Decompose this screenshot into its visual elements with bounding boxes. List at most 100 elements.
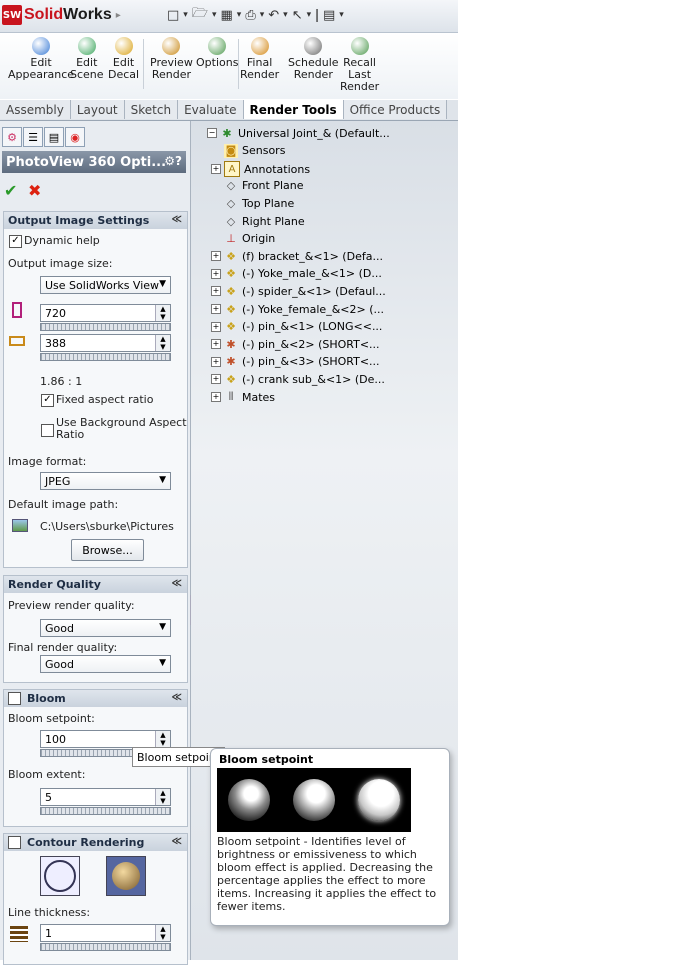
tree-item[interactable]: + ❖ (f) bracket_&<1> (Defa...: [211, 249, 383, 263]
menu-arrow-icon[interactable]: ▸: [116, 10, 121, 21]
height-input[interactable]: 388 ▲ ▼: [40, 334, 171, 352]
contour-shaded-button[interactable]: [106, 856, 146, 896]
expand-node-icon[interactable]: +: [211, 164, 221, 175]
fixed-aspect-checkbox[interactable]: ✓: [41, 394, 54, 407]
tree-item[interactable]: + A Annotations: [211, 161, 310, 178]
bloom-setpoint-input[interactable]: 100 ▲ ▼: [40, 730, 171, 748]
tree-item[interactable]: + ✱ (-) pin_&<3> (SHORT<...: [211, 355, 380, 369]
final-quality-select[interactable]: Good ▼: [40, 655, 171, 673]
quick-access-icon[interactable]: ▤: [323, 8, 335, 23]
height-slider[interactable]: [40, 353, 171, 361]
property-manager-tab-icon[interactable]: ☰: [23, 127, 43, 147]
contour-checkbox[interactable]: [8, 836, 21, 849]
expand-node-icon[interactable]: +: [211, 356, 221, 367]
quick-access-icon[interactable]: ǀ: [315, 8, 319, 23]
quick-access-icon[interactable]: 🗁: [192, 4, 208, 26]
dropdown-arrow-icon[interactable]: ▾: [212, 10, 217, 20]
line-thickness-input[interactable]: 1 ▲ ▼: [40, 924, 171, 942]
collapse-icon[interactable]: ≪: [172, 836, 182, 847]
tree-item-label: (-) Yoke_male_&<1> (D...: [242, 267, 382, 281]
width-input[interactable]: 720 ▲ ▼: [40, 304, 171, 322]
tree-item[interactable]: + ❖ (-) crank sub_&<1> (De...: [211, 372, 385, 386]
width-slider[interactable]: [40, 323, 171, 331]
collapse-icon[interactable]: ≪: [172, 214, 182, 225]
expand-node-icon[interactable]: +: [211, 251, 221, 262]
group-header[interactable]: Output Image Settings ≪: [4, 212, 187, 229]
tree-item[interactable]: + ❖ (-) Yoke_male_&<1> (D...: [211, 267, 382, 281]
tree-item[interactable]: + ❖ (-) Yoke_female_&<2> (...: [211, 302, 384, 316]
expand-node-icon[interactable]: +: [211, 339, 221, 350]
expand-node-icon[interactable]: +: [211, 268, 221, 279]
image-width-icon: [9, 336, 25, 346]
contour-only-button[interactable]: [40, 856, 80, 896]
tab-render-tools[interactable]: Render Tools: [243, 100, 344, 119]
sphere-high-bloom: [357, 779, 400, 821]
expand-node-icon[interactable]: +: [211, 374, 221, 385]
group-header[interactable]: Render Quality ≪: [4, 576, 187, 593]
command-label: Options: [196, 56, 239, 69]
edit-decal-icon: [114, 37, 133, 55]
collapse-node-icon[interactable]: −: [207, 128, 217, 138]
dropdown-arrow-icon[interactable]: ▾: [339, 10, 344, 20]
dropdown-arrow-icon[interactable]: ▾: [237, 10, 242, 20]
schedule-render-button[interactable]: Schedule Render: [288, 37, 339, 81]
group-header[interactable]: Bloom ≪: [4, 690, 187, 707]
part-icon: ❖: [226, 284, 236, 298]
quick-access-icon[interactable]: ↖: [292, 8, 303, 23]
tree-item[interactable]: +⊥Origin: [211, 232, 275, 246]
final-render-button[interactable]: Final Render: [240, 37, 279, 81]
tree-item[interactable]: − ✱ Universal Joint_& (Default...: [207, 126, 390, 140]
bloom-extent-slider[interactable]: [40, 807, 171, 815]
recall-last-render-button[interactable]: Recall Last Render: [340, 37, 379, 93]
background-aspect-checkbox[interactable]: [41, 424, 54, 437]
collapse-icon[interactable]: ≪: [172, 578, 182, 589]
tree-item[interactable]: + ⫴ Mates: [211, 390, 275, 404]
edit-scene-button[interactable]: Edit Scene: [70, 37, 104, 81]
dropdown-arrow-icon[interactable]: ▾: [260, 10, 265, 20]
tab-sketch[interactable]: Sketch: [124, 100, 179, 119]
tree-item[interactable]: +◇Front Plane: [211, 179, 304, 193]
help-icon[interactable]: ⚙?: [164, 154, 182, 168]
expand-node-icon[interactable]: +: [211, 304, 221, 314]
quick-access-icon[interactable]: ⎙: [245, 8, 255, 23]
tab-office-products[interactable]: Office Products: [343, 100, 448, 119]
dropdown-arrow-icon[interactable]: ▾: [183, 10, 188, 20]
expand-node-icon[interactable]: +: [211, 286, 221, 297]
ok-check-icon[interactable]: ✔: [4, 181, 17, 200]
bloom-extent-input[interactable]: 5 ▲ ▼: [40, 788, 171, 806]
edit-decal-button[interactable]: Edit Decal: [108, 37, 139, 81]
image-format-select[interactable]: JPEG ▼: [40, 472, 171, 490]
quick-access-icon[interactable]: ▦: [220, 8, 232, 23]
dropdown-arrow-icon[interactable]: ▾: [283, 10, 288, 20]
feature-manager-tab-icon[interactable]: ⚙: [2, 127, 22, 147]
configuration-manager-tab-icon[interactable]: ▤: [44, 127, 64, 147]
solidworks-logo[interactable]: SW SolidWorks ▸: [2, 4, 121, 26]
line-thickness-slider[interactable]: [40, 943, 171, 951]
dynamic-help-checkbox[interactable]: ✓: [9, 235, 22, 248]
tab-evaluate[interactable]: Evaluate: [178, 100, 244, 119]
tree-item[interactable]: + ❖ (-) pin_&<1> (LONG<<...: [211, 320, 382, 334]
preview-quality-select[interactable]: Good ▼: [40, 619, 171, 637]
expand-node-icon[interactable]: +: [211, 321, 221, 332]
quick-access-icon[interactable]: □: [167, 8, 179, 23]
preview-render-button[interactable]: Preview Render: [150, 37, 193, 81]
tab-assembly[interactable]: Assembly: [0, 100, 71, 119]
group-header[interactable]: Contour Rendering ≪: [4, 834, 187, 851]
edit-appearance-button[interactable]: Edit Appearance: [8, 37, 74, 81]
quick-access-icon[interactable]: ↶: [268, 8, 279, 23]
cancel-x-icon[interactable]: ✖: [28, 181, 41, 200]
tree-item[interactable]: +◙Sensors: [211, 143, 285, 158]
expand-node-icon[interactable]: +: [211, 392, 221, 402]
collapse-icon[interactable]: ≪: [172, 692, 182, 703]
tree-item[interactable]: +◇Top Plane: [211, 196, 294, 210]
output-size-select[interactable]: Use SolidWorks View ▼: [40, 276, 171, 294]
tree-item[interactable]: + ❖ (-) spider_&<1> (Defaul...: [211, 284, 386, 298]
options-button[interactable]: Options: [196, 37, 238, 69]
bloom-checkbox[interactable]: [8, 692, 21, 705]
display-manager-tab-icon[interactable]: ◉: [65, 127, 85, 147]
dropdown-arrow-icon[interactable]: ▾: [307, 10, 312, 20]
tree-item[interactable]: +◇Right Plane: [211, 214, 305, 228]
tab-layout[interactable]: Layout: [70, 100, 125, 119]
browse-button[interactable]: Browse...: [71, 539, 144, 561]
tree-item[interactable]: + ✱ (-) pin_&<2> (SHORT<...: [211, 337, 380, 351]
